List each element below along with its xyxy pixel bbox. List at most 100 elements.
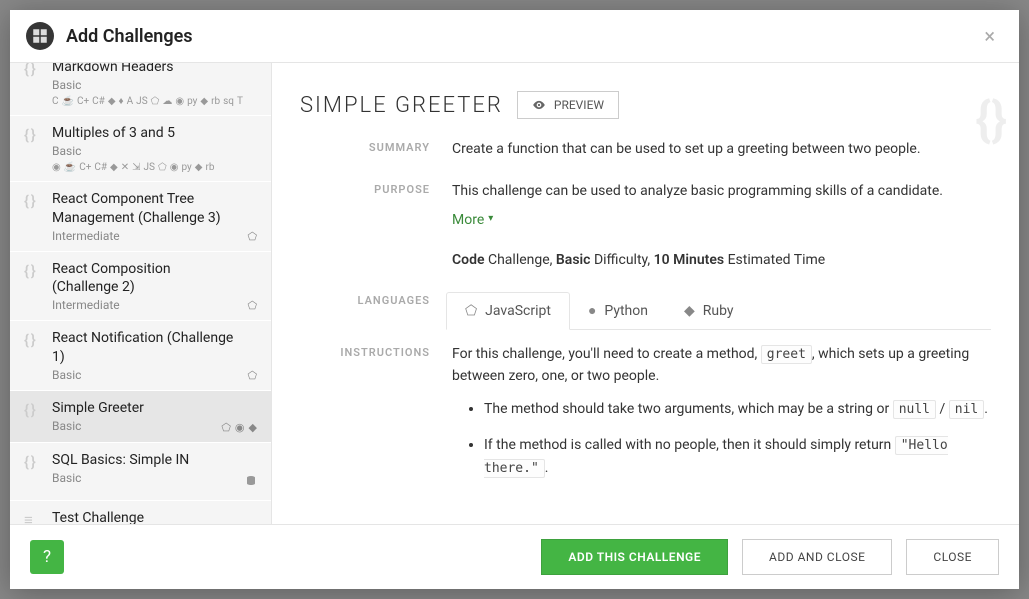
challenge-list-item[interactable]: { } Multiples of 3 and 5 Basic ◉☕C+C#◆✕⇲… [10, 116, 271, 182]
purpose-text: This challenge can be used to analyze ba… [452, 181, 991, 201]
language-icon: py [181, 162, 191, 173]
challenge-list-item[interactable]: { } React Component Tree Management (Cha… [10, 182, 271, 252]
challenge-item-title: React Composition (Challenge 2) [52, 260, 239, 298]
braces-icon: { } [24, 260, 44, 313]
logo-badge [26, 22, 54, 50]
challenge-item-difficulty: Intermediate [52, 298, 239, 312]
braces-icon: { } [24, 329, 44, 382]
language-icon: C# [94, 162, 107, 173]
code-greet: greet [761, 345, 812, 364]
language-icon: ☕ [62, 96, 74, 107]
language-icon: rb [205, 162, 214, 173]
language-icon: C+ [79, 162, 91, 173]
preview-button[interactable]: PREVIEW [517, 91, 619, 119]
challenge-item-title: Markdown Headers [52, 63, 257, 77]
language-icons-row: ⬠ [247, 260, 257, 313]
language-icon: ◉ [175, 96, 184, 107]
eye-icon [532, 98, 546, 112]
language-icon: rb [211, 96, 220, 107]
braces-icon: { } [24, 190, 44, 243]
language-icon: sq [223, 96, 234, 107]
list-icon: ≡ [24, 509, 44, 524]
challenge-title: SIMPLE GREETER [300, 93, 503, 118]
challenge-list-item[interactable]: { } React Notification (Challenge 1) Bas… [10, 321, 271, 391]
challenge-list-item[interactable]: { } Simple Greeter Basic ⬠◉◆ [10, 391, 271, 443]
challenge-item-difficulty: Basic [52, 144, 257, 158]
preview-label: PREVIEW [554, 98, 604, 112]
instructions-label: INSTRUCTIONS [300, 344, 430, 493]
language-icon: ✕ [121, 162, 129, 173]
challenge-item-title: React Component Tree Management (Challen… [52, 190, 239, 228]
language-icon: C# [92, 96, 105, 107]
close-button[interactable]: CLOSE [906, 539, 999, 575]
language-icon: ◉ [52, 162, 61, 173]
language-icon: A [127, 96, 134, 107]
add-and-close-button[interactable]: ADD AND CLOSE [742, 539, 892, 575]
purpose-label: PURPOSE [300, 181, 430, 270]
challenge-list-sidebar[interactable]: { } Markdown Headers Basic C☕C+C#◆♦AJS⬠☁… [10, 63, 272, 524]
language-icon: ⬠ [151, 96, 160, 107]
add-this-challenge-button[interactable]: ADD THIS CHALLENGE [541, 539, 728, 575]
language-icon: ☁ [162, 96, 172, 107]
language-icon: ◆ [110, 162, 118, 173]
language-icon: ☕ [64, 162, 76, 173]
javascript-icon: ⬠ [465, 301, 477, 321]
challenge-list-item[interactable]: { } React Composition (Challenge 2) Inte… [10, 252, 271, 322]
challenge-item-difficulty: Basic [52, 368, 239, 382]
summary-label: SUMMARY [300, 139, 430, 159]
language-tab-ruby[interactable]: ◆Ruby [666, 293, 752, 329]
language-icon: ◉ [170, 162, 179, 173]
python-icon: ● [588, 301, 596, 321]
challenge-item-title: SQL Basics: Simple IN [52, 451, 237, 470]
challenge-item-title: Simple Greeter [52, 399, 213, 418]
language-tabs: ⬠JavaScript ● Python ◆Ruby [446, 292, 991, 330]
braces-icon: { } [24, 399, 44, 434]
challenge-list-item[interactable]: { } Markdown Headers Basic C☕C+C#◆♦AJS⬠☁… [10, 63, 271, 116]
braces-watermark-icon: { } [975, 91, 1001, 148]
modal-header: Add Challenges × [10, 10, 1019, 63]
challenge-item-title: Multiples of 3 and 5 [52, 124, 257, 143]
detail-scroll[interactable]: { } SIMPLE GREETER PREVIEW SUMMARY Creat… [272, 63, 1019, 524]
close-icon[interactable]: × [976, 20, 1003, 52]
language-icon: ⬠ [247, 299, 257, 312]
language-tab-label: Ruby [703, 301, 734, 321]
more-link[interactable]: More ▾ [452, 210, 493, 230]
language-icon: ♦ [119, 96, 124, 107]
language-icon: C [52, 96, 59, 107]
code-null: null [893, 400, 936, 419]
language-icon: py [187, 96, 197, 107]
braces-icon: { } [24, 451, 44, 492]
language-icon: ◆ [249, 421, 257, 434]
challenge-item-difficulty: Basic [52, 471, 237, 485]
language-icon: C+ [77, 96, 89, 107]
braces-icon: { } [24, 124, 44, 173]
language-icon: ⇲ [132, 162, 140, 173]
challenge-item-title: Test Challenge [52, 509, 257, 524]
language-tab-python[interactable]: ● Python [570, 293, 666, 329]
language-icon: ◆ [108, 96, 116, 107]
chevron-down-icon: ▾ [488, 212, 493, 227]
language-icon: ⬠ [221, 421, 231, 434]
modal-body: { } Markdown Headers Basic C☕C+C#◆♦AJS⬠☁… [10, 63, 1019, 524]
help-button[interactable]: ? [30, 540, 64, 574]
language-tab-label: Python [604, 301, 648, 321]
language-icon: ◆ [195, 162, 203, 173]
code-nil: nil [949, 400, 984, 419]
challenge-item-title: React Notification (Challenge 1) [52, 329, 239, 367]
challenge-detail-pane: { } SIMPLE GREETER PREVIEW SUMMARY Creat… [272, 63, 1019, 524]
challenge-item-difficulty: Basic [52, 419, 213, 433]
language-tab-javascript[interactable]: ⬠JavaScript [446, 292, 570, 330]
language-icons-row: ◉☕C+C#◆✕⇲JS⬠◉py◆rb [52, 162, 257, 173]
database-icon [245, 473, 257, 492]
challenge-list-item[interactable]: ≡ Test Challenge Basic [10, 501, 271, 524]
challenge-list-item[interactable]: { } SQL Basics: Simple IN Basic [10, 443, 271, 501]
modal-title: Add Challenges [66, 26, 964, 47]
language-icons-row: ⬠ [247, 329, 257, 382]
help-icon: ? [43, 547, 51, 567]
braces-icon: { } [24, 63, 44, 107]
language-icon: JS [136, 96, 147, 107]
language-icons-row: C☕C+C#◆♦AJS⬠☁◉py◆rbsqT [52, 96, 257, 107]
challenge-item-difficulty: Intermediate [52, 229, 239, 243]
languages-label: LANGUAGES [300, 292, 430, 330]
language-icon: ⬠ [158, 162, 167, 173]
